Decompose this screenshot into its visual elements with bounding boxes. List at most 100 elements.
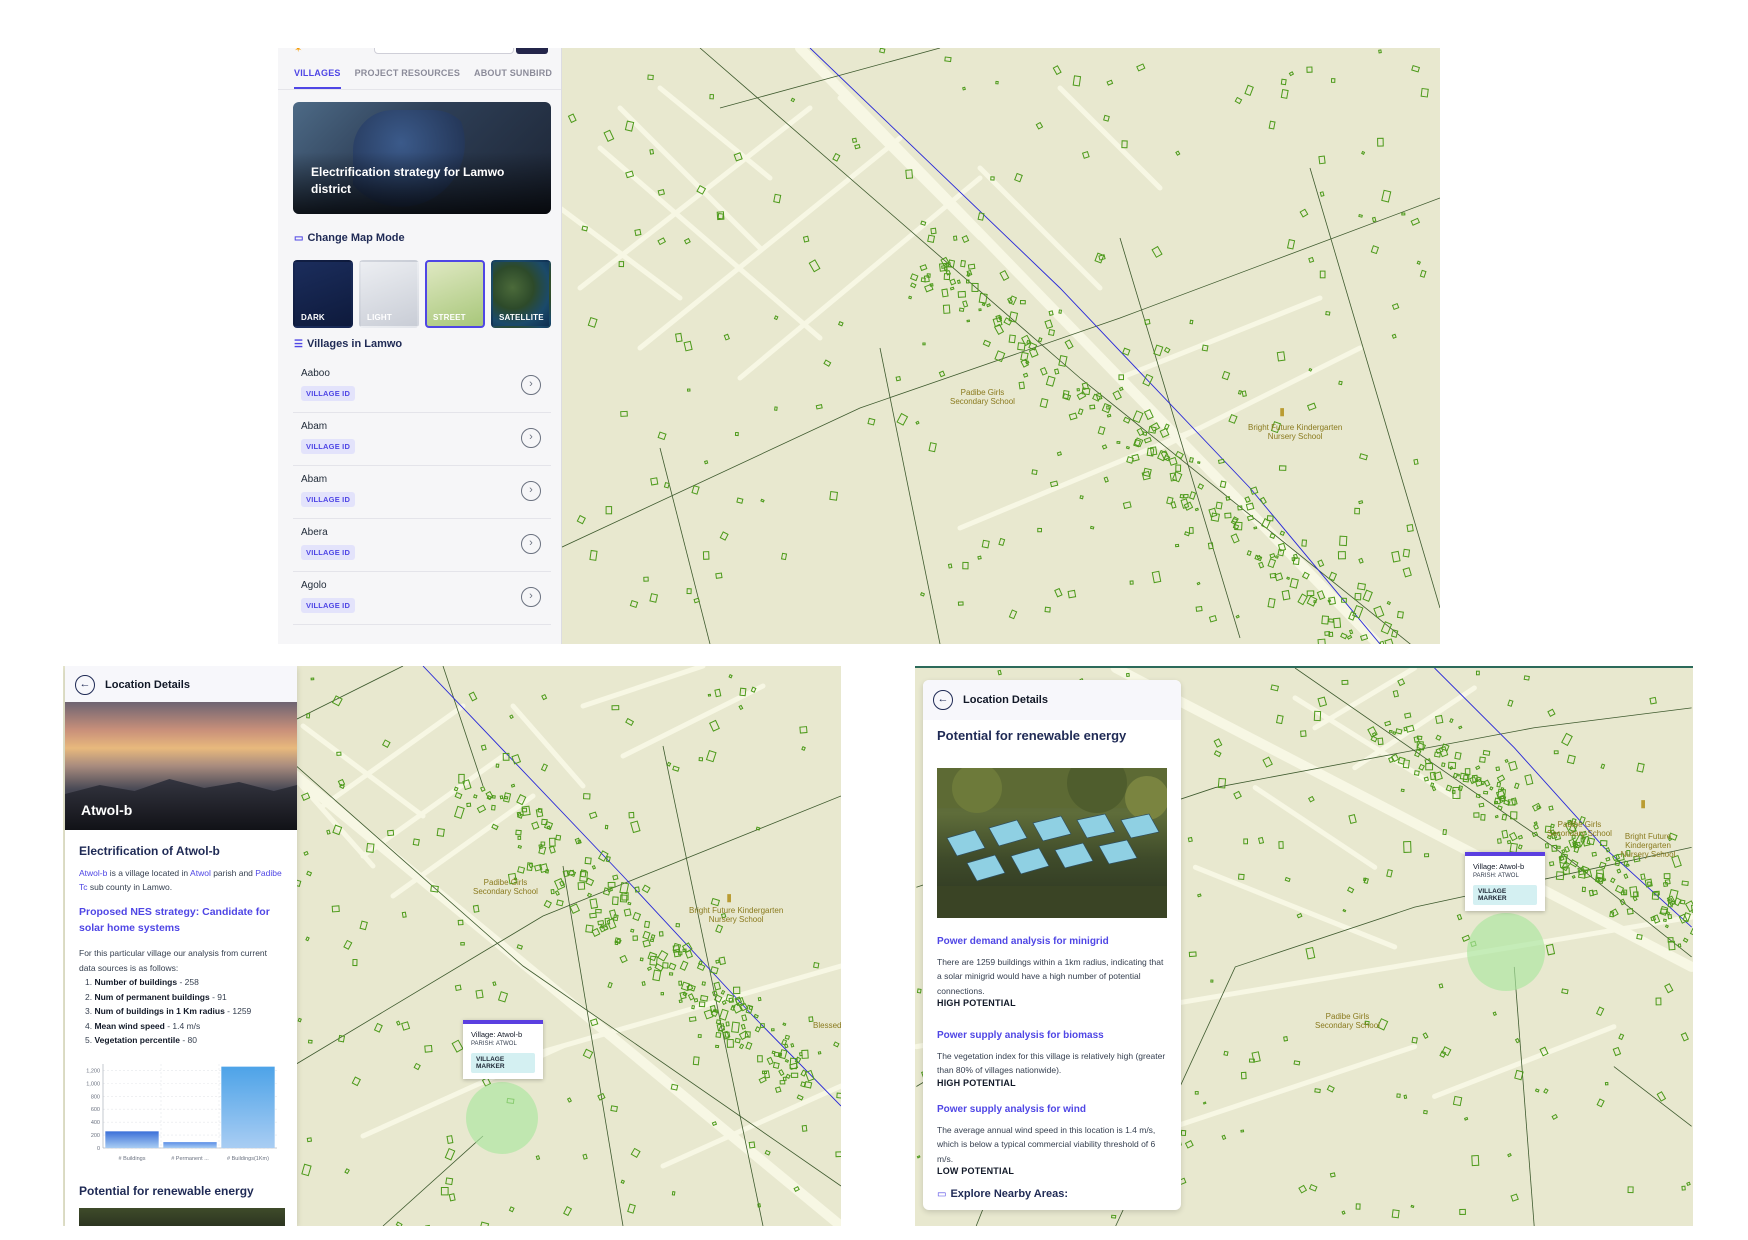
building xyxy=(1403,1094,1408,1100)
building xyxy=(957,601,964,606)
village-popup[interactable]: Village: Atwol-b PARISH: ATWOL VILLAGE M… xyxy=(463,1020,543,1079)
village-marker[interactable] xyxy=(1467,913,1545,991)
village-marker[interactable] xyxy=(466,1082,538,1154)
stat-item: 1. Number of buildings - 258 xyxy=(85,975,285,989)
building xyxy=(1504,758,1509,764)
chevron-right-icon[interactable]: › xyxy=(521,428,541,448)
building xyxy=(734,1037,741,1044)
tab-about-sunbird[interactable]: ABOUT SUNBIRD xyxy=(474,68,552,89)
building xyxy=(1223,1050,1229,1057)
building xyxy=(740,1023,746,1030)
search-button[interactable] xyxy=(516,48,548,54)
building xyxy=(608,909,617,920)
list-item[interactable]: Abam VILLAGE ID › xyxy=(293,413,551,466)
building xyxy=(829,491,839,501)
village-popup[interactable]: Village: Atwol-b PARISH: ATWOL VILLAGE M… xyxy=(1465,852,1545,911)
building xyxy=(1257,836,1265,845)
building xyxy=(476,804,487,814)
building xyxy=(757,996,762,1002)
building xyxy=(1305,946,1316,960)
building xyxy=(1319,191,1325,197)
building xyxy=(1506,839,1512,845)
building xyxy=(1031,469,1038,476)
building xyxy=(1396,610,1404,619)
tab-villages[interactable]: VILLAGES xyxy=(294,68,341,89)
chevron-right-icon[interactable]: › xyxy=(521,481,541,501)
building xyxy=(509,714,514,720)
building xyxy=(1513,782,1520,790)
building xyxy=(748,1005,754,1011)
building xyxy=(1221,1134,1227,1141)
building xyxy=(603,129,615,142)
building xyxy=(466,802,472,808)
building xyxy=(1371,216,1377,223)
building xyxy=(1534,1088,1540,1093)
building xyxy=(710,897,721,907)
chevron-right-icon[interactable]: › xyxy=(521,534,541,554)
stat-value: - 80 xyxy=(179,1035,197,1045)
list-item[interactable]: Agolo VILLAGE ID › xyxy=(293,572,551,625)
building xyxy=(453,805,465,819)
building xyxy=(679,991,687,1000)
building xyxy=(1280,78,1287,86)
back-arrow-icon[interactable]: ← xyxy=(933,690,953,710)
chevron-right-icon[interactable]: › xyxy=(521,375,541,395)
search-input[interactable] xyxy=(374,48,514,54)
building xyxy=(1396,1093,1401,1098)
building xyxy=(1017,342,1026,351)
building xyxy=(1489,786,1494,791)
map-mode-light[interactable]: LIGHT xyxy=(359,260,419,328)
building xyxy=(1197,893,1202,898)
building xyxy=(612,874,619,881)
building xyxy=(646,966,653,971)
building xyxy=(1566,754,1576,765)
building xyxy=(922,342,926,346)
map-mode-dark[interactable]: DARK xyxy=(293,260,353,328)
building xyxy=(1548,805,1554,811)
building xyxy=(1076,388,1080,392)
map-mode-street[interactable]: STREET xyxy=(425,260,485,328)
building xyxy=(1388,729,1393,733)
building xyxy=(1425,763,1434,771)
list-item[interactable]: Abera VILLAGE ID › xyxy=(293,519,551,572)
building xyxy=(745,1041,753,1050)
building xyxy=(535,1155,541,1161)
building xyxy=(790,97,796,103)
building xyxy=(691,485,700,495)
building xyxy=(697,1034,702,1038)
back-arrow-icon[interactable]: ← xyxy=(75,675,95,695)
building xyxy=(692,1056,700,1066)
tab-project-resources[interactable]: PROJECT RESOURCES xyxy=(355,68,460,89)
building xyxy=(715,924,724,934)
building xyxy=(586,892,592,898)
building xyxy=(1423,1109,1428,1115)
building xyxy=(1640,873,1646,881)
boundary-line xyxy=(659,447,711,644)
parish-link[interactable]: Atwol xyxy=(190,868,211,878)
building xyxy=(1623,873,1629,880)
x-tick-label: # Permanent ... xyxy=(171,1156,209,1162)
building xyxy=(1275,714,1284,725)
building xyxy=(1217,458,1225,465)
chevron-right-icon[interactable]: › xyxy=(521,587,541,607)
building xyxy=(823,359,832,367)
building xyxy=(738,704,744,711)
building xyxy=(566,1097,572,1103)
building xyxy=(1194,1091,1199,1095)
map-mode-satellite[interactable]: SATELLITE xyxy=(491,260,551,328)
building xyxy=(1616,868,1622,874)
list-item[interactable]: Abam VILLAGE ID › xyxy=(293,466,551,519)
list-item[interactable]: Aaboo VILLAGE ID › xyxy=(293,360,551,413)
building xyxy=(627,1203,636,1214)
building xyxy=(981,302,986,307)
analysis-section: Power demand analysis for minigrid There… xyxy=(937,936,1167,1008)
building xyxy=(1644,878,1653,888)
stat-num: 1. xyxy=(85,977,93,988)
building xyxy=(630,820,641,834)
building xyxy=(1126,456,1134,464)
district-hero-card[interactable]: Electrification strategy for Lamwo distr… xyxy=(293,102,551,214)
building xyxy=(1215,501,1223,510)
map-canvas[interactable]: Padibe Girls Secondary School ⫴ Bright F… xyxy=(560,48,1440,644)
wind-text: The average annual wind speed in this lo… xyxy=(937,1125,1156,1164)
village-link[interactable]: Atwol-b xyxy=(79,868,107,878)
